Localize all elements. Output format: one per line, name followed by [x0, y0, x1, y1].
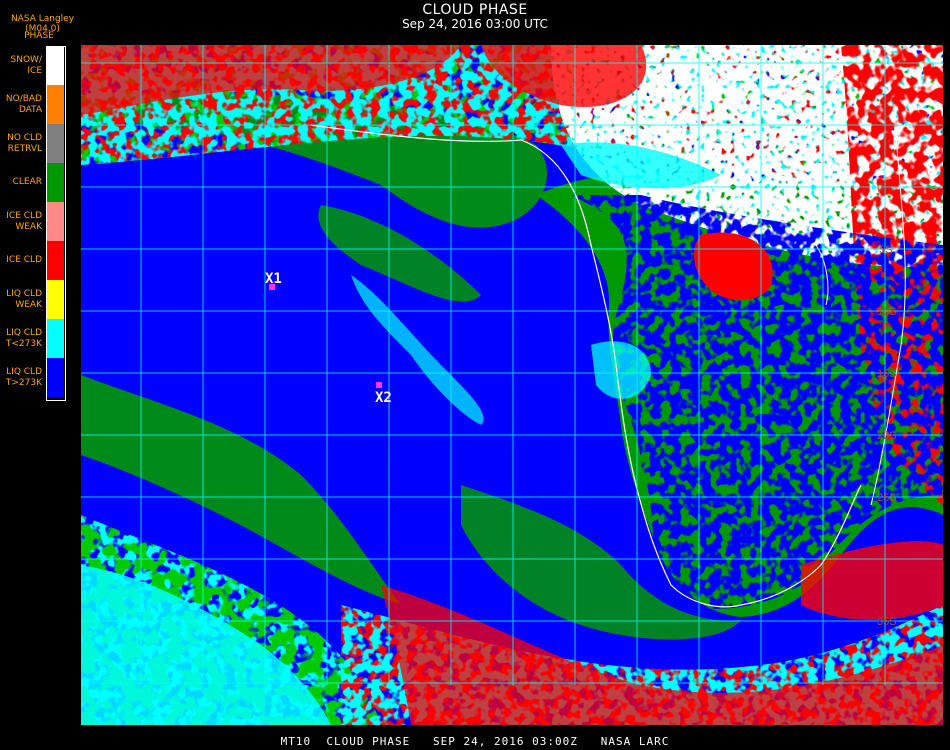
legend-swatch: [47, 85, 64, 124]
footer-caption: MT10 CLOUD PHASE SEP 24, 2016 03:00Z NAS…: [280, 735, 670, 748]
lat-label-25s: 25S: [877, 492, 897, 504]
legend-label-line1: ICE CLD: [6, 210, 42, 221]
marker-x2-dot: [376, 382, 382, 388]
cloud-phase-map: 5 0 5S 10S 15S 20S 25S 35S X1 X2: [81, 45, 943, 725]
lat-label-15s: 15S: [877, 368, 897, 380]
legend-label-line2: T>273K: [5, 377, 42, 388]
map-title: CLOUD PHASE: [422, 2, 528, 18]
legend-label: ICE CLD: [0, 241, 42, 280]
lat-label-0: 0: [877, 182, 883, 194]
legend-label-line2: RETRVL: [7, 143, 42, 154]
legend-swatch: [47, 202, 64, 241]
lat-label-35s: 35S: [877, 616, 897, 628]
legend-label: LIQ CLD T<273K: [0, 319, 42, 358]
marker-x1-label: X1: [265, 271, 282, 287]
lat-label-5n: 5: [386, 60, 392, 72]
legend-label: SNOW/ICE: [0, 46, 42, 85]
legend-label: CLEAR: [0, 163, 42, 202]
legend-label: LIQ CLD T>273K: [0, 358, 42, 397]
legend-label-line2: DATA: [18, 104, 42, 115]
legend-swatch: [47, 280, 64, 319]
legend-label: NO/BAD DATA: [0, 85, 42, 124]
lat-label-10s: 10S: [877, 306, 897, 318]
legend-row: LIQ CLD T>273K: [0, 358, 68, 397]
legend-label-line1: NO/BAD: [5, 93, 42, 104]
legend-label-line2: WEAK: [15, 299, 42, 310]
map-timestamp: Sep 24, 2016 03:00 UTC: [402, 17, 548, 31]
legend-swatch: [47, 241, 64, 280]
legend-swatch: [47, 163, 64, 202]
legend-title: PHASE: [24, 31, 54, 41]
lat-label-5s: 5S: [879, 244, 892, 256]
legend-label-line1: LIQ CLD: [6, 327, 42, 338]
legend-row: LIQ CLD T<273K: [0, 319, 68, 358]
legend-label-line1: CLEAR: [12, 177, 42, 187]
marker-x2-label: X2: [375, 390, 392, 406]
legend-swatch: [47, 124, 64, 163]
legend-row: SNOW/ICE: [0, 46, 68, 85]
legend-label: LIQ CLD WEAK: [0, 280, 42, 319]
legend-row: NO CLD RETRVL: [0, 124, 68, 163]
legend-label-line1: NO CLD: [7, 132, 42, 143]
legend-swatch: [47, 319, 64, 358]
legend-swatch: [47, 358, 64, 397]
legend-label-line1: ICE CLD: [6, 255, 42, 265]
legend-label-line2: WEAK: [15, 221, 42, 232]
legend-label-line1: LIQ CLD: [6, 288, 42, 299]
lat-label-20s: 20S: [877, 430, 897, 442]
legend-label-line2: ICE: [27, 65, 42, 76]
legend-row: ICE CLD: [0, 241, 68, 280]
legend-row: ICE CLD WEAK: [0, 202, 68, 241]
legend-label: ICE CLD WEAK: [0, 202, 42, 241]
legend-swatch: [47, 46, 64, 85]
legend-label-line1: LIQ CLD: [6, 366, 42, 377]
legend-row: CLEAR: [0, 163, 68, 202]
legend-label: NO CLD RETRVL: [0, 124, 42, 163]
legend-row: LIQ CLD WEAK: [0, 280, 68, 319]
legend-row: NO/BAD DATA: [0, 85, 68, 124]
legend-label-line2: T<273K: [5, 338, 42, 349]
legend-label-line1: SNOW/: [10, 54, 42, 65]
phase-legend: SNOW/ICE NO/BAD DATA NO CLD RETRVL CLEAR ICE C…: [0, 46, 68, 400]
